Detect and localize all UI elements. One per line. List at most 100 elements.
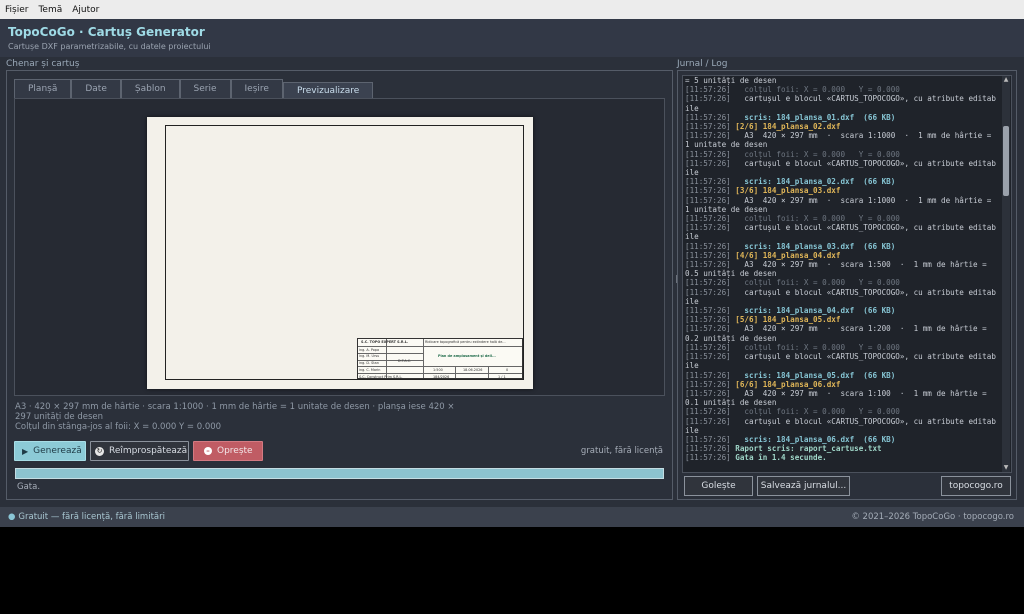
log-line: [11:57:26] colțul foii: X = 0.000 Y = 0.… — [685, 278, 997, 287]
sheet-info-line2: 297 unități de desen — [15, 412, 103, 422]
log-timestamp: [11:57:26] — [685, 250, 731, 260]
log-timestamp: [11:57:26] — [685, 177, 731, 187]
refresh-button-label: Reîmprospătează — [109, 446, 188, 456]
log-text: scris: 184_plansa_02.dxf (66 KB) — [730, 177, 896, 187]
splitter-handle[interactable]: ❘ — [673, 274, 680, 286]
menu-theme[interactable]: Temă — [38, 5, 62, 15]
log-line: [11:57:26] cartușul e blocul «CARTUS_TOP… — [685, 94, 997, 112]
log-line: [11:57:26] colțul foii: X = 0.000 Y = 0.… — [685, 150, 997, 159]
log-timestamp: [11:57:26] — [685, 149, 731, 159]
log-text: = 5 unități de desen — [685, 76, 777, 85]
log-line: [11:57:26] [5/6] 184_plansa_05.dxf — [685, 315, 997, 324]
refresh-button[interactable]: ↻ Reîmprospătează — [90, 441, 189, 461]
log-text: colțul foii: X = 0.000 Y = 0.000 — [730, 214, 900, 224]
log-line: [11:57:26] scris: 184_plansa_01.dxf (66 … — [685, 113, 997, 122]
tab-serie[interactable]: Serie — [179, 79, 231, 98]
log-line: [11:57:26] scris: 184_plansa_03.dxf (66 … — [685, 242, 997, 251]
log-timestamp: [11:57:26] — [685, 388, 731, 398]
log-line: [11:57:26] Raport scris: raport_cartuse.… — [685, 444, 997, 453]
log-text: scris: 184_plansa_01.dxf (66 KB) — [730, 112, 896, 122]
log-view[interactable]: = 5 unități de desen [11:57:26] colțul fo… — [682, 75, 1012, 473]
stamp-sheets: 1 / 1 — [498, 375, 506, 379]
log-timestamp: [11:57:26] — [685, 278, 731, 288]
log-text: A3 420 × 297 mm · scara 1:500 · 1 mm de … — [685, 260, 992, 279]
log-line: [11:57:26] [4/6] 184_plansa_04.dxf — [685, 251, 997, 260]
log-line: [11:57:26] colțul foii: X = 0.000 Y = 0.… — [685, 407, 997, 416]
app-header: TopoCoGo · Cartuș Generator Cartușe DXF … — [0, 19, 1024, 57]
menu-file[interactable]: Fișier — [5, 5, 28, 15]
scroll-down-icon[interactable]: ▼ — [1002, 464, 1010, 472]
log-line: [11:57:26] Gata în 1.4 secunde. — [685, 453, 997, 462]
stamp-company: S.C. TOPO EXPERT S.R.L. — [361, 340, 409, 344]
scroll-up-icon[interactable]: ▲ — [1002, 76, 1010, 84]
log-timestamp: [11:57:26] — [685, 241, 731, 251]
log-text: cartușul e blocul «CARTUS_TOPOCOGO», cu … — [685, 223, 996, 242]
log-text: scris: 184_plansa_05.dxf (66 KB) — [730, 370, 896, 380]
log-text: cartușul e blocul «CARTUS_TOPOCOGO», cu … — [685, 94, 996, 113]
log-line: [11:57:26] scris: 184_plansa_04.dxf (66 … — [685, 306, 997, 315]
footer-license-text: Gratuit — fără licență, fără limitări — [18, 512, 165, 522]
generate-button-label: Generează — [33, 446, 82, 456]
footer-license: ● Gratuit — fără licență, fără limitări — [8, 512, 165, 522]
log-text: colțul foii: X = 0.000 Y = 0.000 — [730, 278, 900, 288]
tab-iesire[interactable]: Ieșire — [230, 79, 283, 98]
log-line: [11:57:26] scris: 184_plansa_02.dxf (66 … — [685, 177, 997, 186]
stop-button[interactable]: – Oprește — [193, 441, 263, 461]
log-line: [11:57:26] A3 420 × 297 mm · scara 1:100… — [685, 131, 997, 149]
scroll-thumb[interactable] — [1003, 126, 1009, 196]
log-scrollbar[interactable]: ▲ ▼ — [1002, 76, 1010, 472]
log-text: [4/6] 184_plansa_04.dxf — [730, 250, 841, 260]
app-title: TopoCoGo · Cartuș Generator — [8, 25, 205, 39]
log-timestamp: [11:57:26] — [685, 352, 731, 362]
log-timestamp: [11:57:26] — [685, 131, 731, 141]
tab-bar: Planșă Date Șablon Serie Ieșire Previzua… — [14, 79, 374, 99]
left-panel-label: Chenar și cartuș — [6, 59, 80, 69]
tab-sablon[interactable]: Șablon — [120, 79, 180, 98]
log-line: [11:57:26] scris: 184_plansa_05.dxf (66 … — [685, 371, 997, 380]
log-text: colțul foii: X = 0.000 Y = 0.000 — [730, 407, 900, 417]
log-text: A3 420 × 297 mm · scara 1:1000 · 1 mm de… — [685, 195, 996, 214]
menu-help[interactable]: Ajutor — [72, 5, 99, 15]
website-button[interactable]: topocogo.ro — [941, 476, 1011, 496]
app-window: Fișier Temă Ajutor TopoCoGo · Cartuș Gen… — [0, 0, 1024, 527]
play-icon: ▶ — [22, 446, 29, 456]
log-text: cartușul e blocul «CARTUS_TOPOCOGO», cu … — [685, 158, 996, 178]
generate-button[interactable]: ▶ Generează — [14, 441, 86, 461]
sheet-info-line3: Colțul din stânga-jos al foii: X = 0.000… — [15, 422, 222, 432]
refresh-icon: ↻ — [95, 446, 104, 456]
log-timestamp: [11:57:26] — [685, 195, 731, 205]
tab-previzualizare[interactable]: Previzualizare — [282, 82, 374, 99]
log-line: [11:57:26] scris: 184_plansa_06.dxf (66 … — [685, 435, 997, 444]
log-text: cartușul e blocul «CARTUS_TOPOCOGO», cu … — [685, 416, 996, 435]
license-note: gratuit, fără licență — [580, 446, 663, 456]
log-text: [2/6] 184_plansa_02.dxf — [730, 122, 841, 132]
log-line: [11:57:26] [6/6] 184_plansa_06.dxf — [685, 380, 997, 389]
log-timestamp: [11:57:26] — [685, 260, 731, 270]
log-timestamp: [11:57:26] — [685, 112, 731, 122]
log-text: [5/6] 184_plansa_05.dxf — [730, 315, 841, 325]
log-text: scris: 184_plansa_04.dxf (66 KB) — [730, 306, 896, 316]
save-log-button[interactable]: Salvează jurnalul... — [757, 476, 850, 496]
log-timestamp: [11:57:26] — [685, 379, 731, 389]
stamp-plan-title: Plan de amplasament și deli... — [438, 354, 496, 358]
log-line: [11:57:26] colțul foii: X = 0.000 Y = 0.… — [685, 85, 997, 94]
log-timestamp: [11:57:26] — [685, 85, 731, 95]
log-text: cartușul e blocul «CARTUS_TOPOCOGO», cu … — [685, 352, 996, 371]
log-timestamp: [11:57:26] — [685, 324, 731, 334]
stamp-phase: D.T.A.C. — [398, 359, 412, 363]
stamp-name-2: ing. M. Ursu — [359, 354, 380, 358]
log-line: [11:57:26] A3 420 × 297 mm · scara 1:500… — [685, 260, 997, 278]
log-timestamp: [11:57:26] — [685, 315, 731, 325]
log-text: Gata în 1.4 secunde. — [730, 453, 827, 463]
log-text: cartușul e blocul «CARTUS_TOPOCOGO», cu … — [685, 287, 996, 306]
tab-date[interactable]: Date — [71, 79, 121, 98]
log-text: Raport scris: raport_cartuse.txt — [730, 444, 882, 454]
tab-plansa[interactable]: Planșă — [14, 79, 72, 98]
log-text: [3/6] 184_plansa_03.dxf — [730, 186, 841, 196]
log-timestamp: [11:57:26] — [685, 342, 731, 352]
log-line: = 5 unități de desen — [685, 76, 997, 85]
app-subtitle: Cartușe DXF parametrizabile, cu datele p… — [8, 42, 211, 51]
log-text: colțul foii: X = 0.000 Y = 0.000 — [730, 342, 900, 352]
stamp-sheet-no: 0 — [506, 368, 509, 372]
clear-log-button[interactable]: Golește — [684, 476, 753, 496]
